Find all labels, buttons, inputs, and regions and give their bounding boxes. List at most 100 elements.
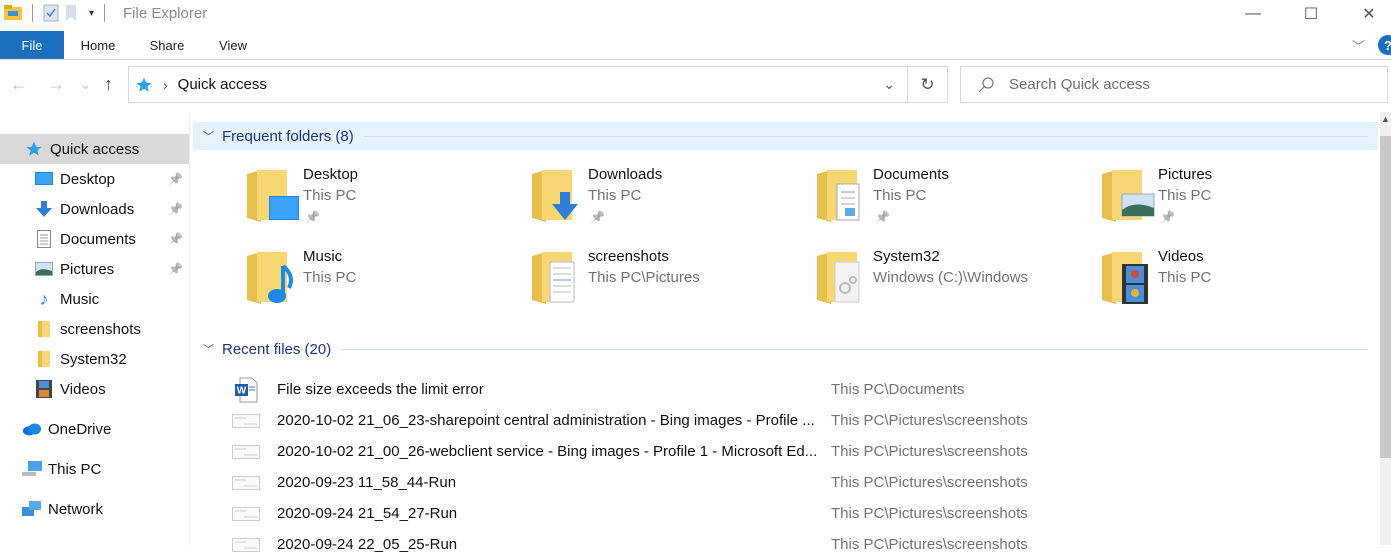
recent-file-row[interactable]: 2020-09-24 21_54_27-Run This PC\Pictures\… — [231, 498, 1371, 529]
sidebar-item-label: Pictures — [60, 260, 115, 278]
star-icon — [24, 139, 44, 159]
sidebar-item-screenshots[interactable]: screenshots — [0, 314, 189, 344]
pin-icon[interactable]: 📌 — [305, 210, 320, 224]
folder-location: This PC — [303, 269, 357, 286]
video-icon — [34, 379, 54, 399]
folder-location: This PC\Pictures — [588, 269, 700, 286]
vertical-scrollbar[interactable]: ▲ — [1380, 112, 1391, 545]
recent-locations-button[interactable]: ⌄ — [80, 77, 91, 93]
properties-icon[interactable] — [43, 4, 59, 22]
recent-file-row[interactable]: 2020-10-02 21_06_23-sharepoint central a… — [231, 405, 1371, 436]
tab-share[interactable]: Share — [140, 31, 194, 59]
pin-icon[interactable]: 📌 — [1160, 210, 1175, 224]
sidebar-item-label: Downloads — [60, 200, 135, 218]
network-icon — [22, 499, 42, 519]
address-bar[interactable]: › Quick access ⌄ — [128, 66, 908, 103]
minimize-button[interactable]: — — [1230, 0, 1276, 28]
pin-icon[interactable]: 📌 — [168, 172, 183, 186]
group-divider — [363, 135, 1368, 137]
sidebar-item-network[interactable]: Network — [0, 494, 189, 524]
image-file-icon — [232, 475, 260, 490]
sidebar-item-label: Music — [60, 290, 100, 308]
image-file-icon — [232, 444, 260, 459]
back-button[interactable]: ← — [10, 74, 28, 95]
refresh-icon: ↻ — [920, 74, 935, 94]
forward-button[interactable]: → — [47, 74, 65, 95]
file-name: 2020-09-24 21_54_27-Run — [277, 505, 458, 522]
folder-location: Windows (C:)\Windows — [873, 269, 1029, 286]
folder-tile-desktop[interactable]: Desktop This PC 📌 — [191, 162, 471, 232]
new-folder-icon[interactable] — [65, 4, 77, 22]
search-input[interactable]: Search Quick access — [1009, 76, 1150, 93]
up-button[interactable]: ↑ — [104, 74, 113, 95]
sidebar-item-onedrive[interactable]: OneDrive — [0, 414, 189, 444]
expand-ribbon-icon[interactable]: ﹀ — [1352, 36, 1365, 55]
sidebar-item-downloads[interactable]: Downloads 📌 — [0, 194, 189, 224]
sidebar-item-pictures[interactable]: Pictures 📌 — [0, 254, 189, 284]
folder-name: System32 — [873, 248, 940, 265]
folder-tile-pictures[interactable]: Pictures This PC 📌 — [1046, 162, 1326, 232]
sidebar-item-videos[interactable]: Videos — [0, 374, 189, 404]
tab-view[interactable]: View — [208, 31, 258, 59]
group-title: Recent files (20) — [222, 340, 332, 358]
folder-tile-system32[interactable]: System32 Windows (C:)\Windows — [761, 244, 1041, 314]
navigation-bar: ← → ⌄ ↑ › Quick access ⌄ ↻ Search Quick … — [0, 60, 1391, 112]
search-box[interactable]: Search Quick access — [960, 66, 1388, 103]
file-location: This PC\Pictures\screenshots — [831, 412, 1028, 429]
customize-toolbar-icon[interactable]: ▾ — [89, 8, 94, 19]
pin-icon[interactable]: 📌 — [168, 262, 183, 276]
pin-icon[interactable]: 📌 — [875, 210, 890, 224]
ribbon-tabs: File Home Share View ﹀ ? — [0, 31, 1391, 59]
file-name: 2020-10-02 21_00_26-webclient service - … — [277, 443, 818, 460]
file-explorer-icon — [4, 5, 22, 20]
frequent-folders-header[interactable]: ﹀ Frequent folders (8) — [193, 122, 1378, 150]
recent-file-row[interactable]: W File size exceeds the limit error This P… — [231, 374, 1371, 405]
address-dropdown-icon[interactable]: ⌄ — [883, 76, 895, 93]
file-icon — [231, 470, 261, 496]
recent-file-row[interactable]: 2020-10-02 21_00_26-webclient service - … — [231, 436, 1371, 467]
tab-file[interactable]: File — [0, 31, 64, 59]
word-document-icon: W — [235, 377, 258, 402]
image-file-icon — [232, 506, 260, 521]
recent-files-header[interactable]: ﹀ Recent files (20) — [193, 335, 1378, 363]
folder-name: Pictures — [1158, 166, 1213, 183]
help-icon[interactable]: ? — [1378, 35, 1391, 55]
pin-icon[interactable]: 📌 — [168, 202, 183, 216]
toolbar-separator — [104, 4, 106, 22]
scroll-up-icon[interactable]: ▲ — [1381, 114, 1390, 124]
folder-tile-downloads[interactable]: Downloads This PC 📌 — [476, 162, 756, 232]
folder-name: Videos — [1158, 248, 1204, 265]
sidebar-item-this-pc[interactable]: This PC — [0, 454, 189, 484]
pin-icon[interactable]: 📌 — [168, 232, 183, 246]
folder-tile-screenshots[interactable]: screenshots This PC\Pictures — [476, 244, 756, 314]
collapse-chevron-icon[interactable]: ﹀ — [203, 128, 214, 144]
document-icon — [34, 229, 54, 249]
pin-icon[interactable]: 📌 — [590, 210, 605, 224]
sidebar-item-system32[interactable]: System32 — [0, 344, 189, 374]
refresh-button[interactable]: ↻ — [907, 66, 948, 103]
pictures-folder-icon — [1102, 170, 1155, 222]
scrollbar-thumb[interactable] — [1380, 136, 1391, 458]
folder-location: This PC — [588, 187, 642, 204]
sidebar-item-label: Network — [48, 500, 104, 518]
recent-file-row[interactable]: 2020-09-23 11_58_44-Run This PC\Pictures\… — [231, 467, 1371, 498]
sidebar-item-documents[interactable]: Documents 📌 — [0, 224, 189, 254]
tab-home[interactable]: Home — [70, 31, 126, 59]
sidebar-item-quick-access[interactable]: Quick access — [0, 134, 189, 164]
sidebar-item-label: Videos — [60, 380, 106, 398]
maximize-button[interactable]: ☐ — [1288, 0, 1334, 28]
close-button[interactable]: ✕ — [1346, 0, 1391, 28]
breadcrumb-quick-access[interactable]: Quick access — [178, 76, 267, 93]
download-icon — [34, 199, 54, 219]
maximize-icon: ☐ — [1303, 6, 1319, 23]
quick-access-star-icon — [136, 77, 152, 92]
sidebar-item-desktop[interactable]: Desktop 📌 — [0, 164, 189, 194]
folder-tile-music[interactable]: Music This PC — [191, 244, 471, 314]
folder-name: Desktop — [303, 166, 359, 183]
collapse-chevron-icon[interactable]: ﹀ — [203, 341, 214, 357]
folder-location: This PC — [873, 187, 927, 204]
folder-tile-documents[interactable]: Documents This PC 📌 — [761, 162, 1041, 232]
folder-tile-videos[interactable]: Videos This PC — [1046, 244, 1326, 314]
file-icon: W — [231, 377, 261, 403]
sidebar-item-music[interactable]: ♪ Music — [0, 284, 189, 314]
